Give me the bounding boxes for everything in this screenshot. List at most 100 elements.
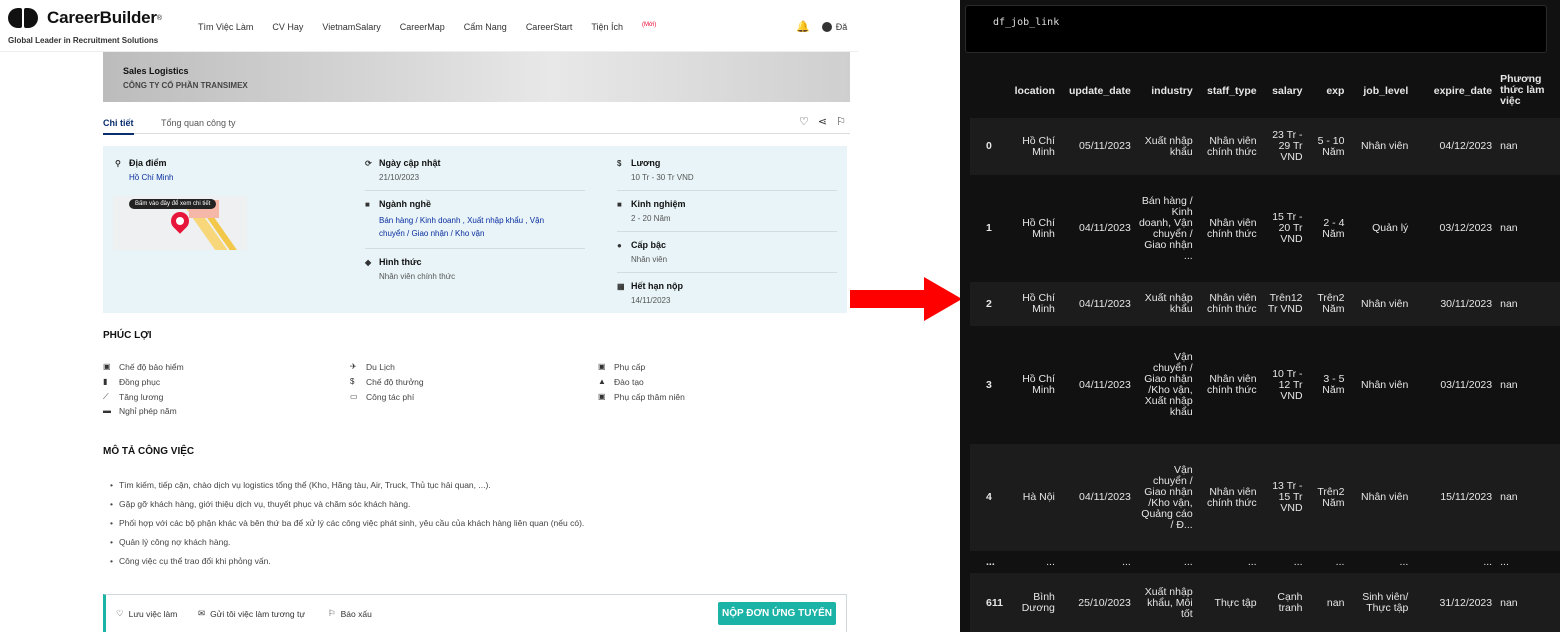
plane-icon: ✈ [350,362,357,371]
nav-careermap[interactable]: CareerMap [400,22,445,32]
cell-salary: Trên12 Tr VND [1267,292,1303,315]
heart-icon[interactable]: ♡ [799,115,809,128]
nav-cv-hay[interactable]: CV Hay [272,22,303,32]
location-map[interactable]: Bấm vào đây để xem chi tiết [113,196,247,250]
job-title: Sales Logistics [123,66,189,76]
calendar-icon: ▦ [617,281,625,291]
benefit-label: Chế độ bảo hiểm [119,362,184,372]
user-login-text: Đă [835,21,848,32]
send-similar-button[interactable]: ✉ Gửi tôi việc làm tương tự [198,608,305,619]
row-index: 4 [986,491,992,503]
exp-label: ■ Kinh nghiệm [617,199,837,209]
insurance-icon: ▣ [103,362,111,371]
cell-exp: Trên2 Năm [1317,292,1345,315]
table-row: 2 Hồ Chí Minh 04/11/2023 Xuất nhập khẩu Nhân… [970,282,1560,326]
notebook-output: df_job_link location update_date industr… [960,0,1560,632]
send-similar-label: Gửi tôi việc làm tương tự [210,608,306,619]
report-button[interactable]: ⚐ Báo xấu [328,608,372,619]
benefit-label: Chế độ thưởng [366,376,424,387]
tab-actions: ♡ ⋖ ⚐ [799,115,846,128]
tag-icon: ◆ [365,257,372,267]
apply-button[interactable]: NỘP ĐƠN ỨNG TUYỂN [718,602,836,625]
cell-update-date: 04/11/2023 [1079,297,1131,310]
logo[interactable]: CareerBuilder ® [8,8,162,28]
cell-update-date: 05/11/2023 [1079,140,1131,152]
industry-block: ■ Ngành nghề Bán hàng / Kinh doanh , Xuất… [365,199,585,249]
deadline-block: ▦ Hết hạn nộp 14/11/2023 [617,281,837,305]
cell-staff-type: ... [1247,555,1257,568]
industry-label: ■ Ngành nghề [365,199,585,209]
code-cell[interactable]: df_job_link [965,5,1547,53]
benefit-label: Phụ cấp thâm niên [614,391,685,402]
cell-update-date: 04/11/2023 [1079,378,1131,391]
cell-location: ... [1046,555,1055,568]
job-tabs: Chi tiết Tổng quan công ty ♡ ⋖ ⚐ [103,112,850,135]
dollar-icon: $ [617,158,622,168]
cell-exp: ... [1335,555,1345,568]
cell-salary: 13 Tr - 15 Tr VND [1272,480,1303,514]
money-icon: ▣ [598,391,606,401]
column-header: Phương thức làm việc [1496,63,1560,118]
cell-work: nan [1500,596,1518,609]
card-icon: ▭ [350,391,358,401]
table-row: 0 Hồ Chí Minh 05/11/2023 Xuất nhập khẩu Nhân… [970,118,1560,175]
column-header: staff_type [1196,63,1261,118]
benefit-label: Tăng lương [119,391,164,402]
description-item: Quản lý công nợ khách hàng. [110,533,584,552]
updated-label: ⟳ Ngày cập nhật [365,158,585,168]
description-item: Công việc cụ thể trao đổi khi phỏng vấn. [110,552,584,571]
location-label-text: Địa điểm [129,158,167,168]
benefit-item: ▬ Nghỉ phép năm [103,404,184,419]
save-job-button[interactable]: ♡ Lưu việc làm [116,608,177,619]
benefit-item: ▣ Phụ cấp [598,360,685,375]
benefit-label: Nghỉ phép năm [119,406,177,417]
chart-line-icon: ⟋ [103,391,109,401]
nav-tim-viec-lam[interactable]: Tìm Việc Làm [198,22,253,32]
salary-block: $ Lương 10 Tr - 30 Tr VND [617,158,837,191]
dollar-icon: $ [350,376,355,386]
user-menu[interactable]: Đă [821,20,848,33]
cell-expire-date: 15/11/2023 [1440,491,1493,503]
benefit-label: Công tác phí [366,391,415,402]
type-label-text: Hình thức [379,257,422,267]
level-value: Nhân viên [631,255,668,264]
cell-industry: Xuất nhập khẩu [1144,134,1193,158]
heart-icon: ♡ [116,608,124,618]
benefit-label: Du Lịch [366,362,395,372]
benefit-item: ▣ Phụ cấp thâm niên [598,390,685,405]
cell-industry: Vận chuyển / Giao nhận /Kho vận, Quảng c… [1141,463,1193,531]
nav-cam-nang[interactable]: Cẩm Nang [464,22,507,32]
industry-label-text: Ngành nghề [379,199,431,209]
cell-work: nan [1500,222,1518,234]
cell-job-level: Nhân viên [1361,491,1409,503]
briefcase-icon: ■ [365,199,370,209]
dataframe-table: location update_date industry staff_type… [970,63,1560,632]
row-index: 3 [986,378,992,391]
cell-work: nan [1500,491,1518,503]
flag-icon[interactable]: ⚐ [836,115,846,128]
deadline-label-text: Hết hạn nộp [631,281,683,291]
benefit-item: ▭ Công tác phí [350,390,424,405]
benefit-item: ⟋ Tăng lương [103,390,184,405]
location-label: ⚲ Địa điểm [115,158,173,168]
description-item: Phối hợp với các bộ phận khác và bên thứ… [110,514,584,533]
company-name[interactable]: CÔNG TY CỔ PHẦN TRANSIMEX [123,81,248,90]
cell-salary: Cạnh tranh [1277,591,1303,614]
location-value[interactable]: Hồ Chí Minh [129,173,173,182]
cell-staff-type: Nhân viên chính thức [1206,485,1257,509]
column-header: exp [1306,63,1349,118]
share-icon[interactable]: ⋖ [818,115,827,128]
bell-icon[interactable]: 🔔 [796,20,810,33]
cell-staff-type: Nhân viên chính thức [1206,216,1257,240]
row-index: 0 [986,140,992,152]
tab-chi-tiet[interactable]: Chi tiết [103,118,134,135]
tab-tong-quan-cong-ty[interactable]: Tổng quan công ty [161,118,236,128]
nav-tien-ich[interactable]: Tiện Ích (Mới) [591,22,656,32]
nav-careerstart[interactable]: CareerStart [526,22,573,32]
cell-job-level: Sinh viên/ Thực tập [1362,591,1409,614]
cell-exp: 3 - 5 Năm [1322,373,1345,396]
type-block: ◆ Hình thức Nhân viên chính thức [365,257,585,281]
industry-value[interactable]: Bán hàng / Kinh doanh , Xuất nhập khẩu ,… [379,214,569,240]
cell-exp: Trên2 Năm [1317,485,1345,509]
nav-vietnamsalary[interactable]: VietnamSalary [322,22,380,32]
